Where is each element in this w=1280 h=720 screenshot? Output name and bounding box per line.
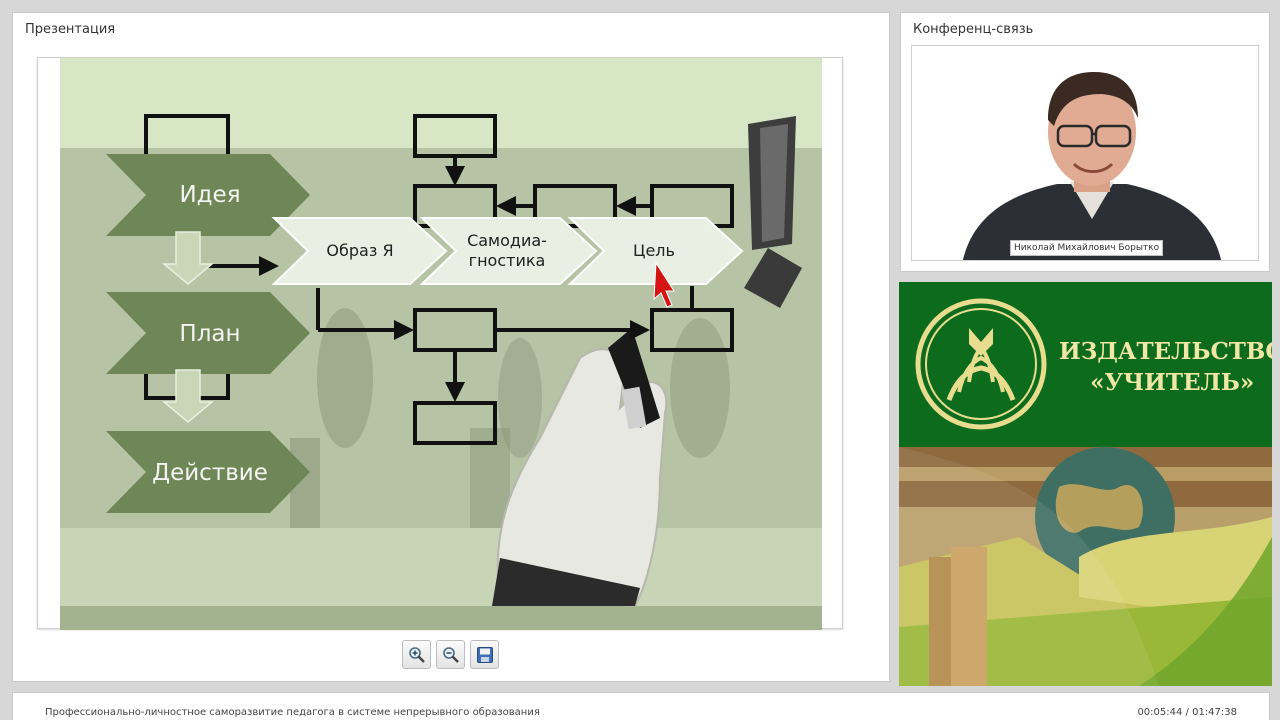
chevron-idea-label: Идея: [179, 182, 240, 208]
chevron-self-diagnostics-label-1: Самодиа-: [467, 231, 547, 250]
zoom-out-icon: [442, 646, 459, 663]
playback-time: 00:05:44 / 01:47:38: [1137, 707, 1237, 718]
publisher-name: ИЗДАТЕЛЬСТВО «УЧИТЕЛЬ»: [1059, 336, 1272, 398]
conference-panel: Конференц-связь Николай Михайлович Борыт…: [900, 12, 1270, 272]
save-button[interactable]: [470, 640, 499, 669]
slide-toolbar: [402, 640, 499, 669]
publisher-books-illustration: [899, 447, 1272, 686]
publisher-name-line1: ИЗДАТЕЛЬСТВО: [1059, 338, 1272, 365]
zoom-out-button[interactable]: [436, 640, 465, 669]
chevron-plan-label: План: [179, 321, 240, 347]
speaker-portrait: [963, 72, 1221, 260]
save-icon: [476, 646, 493, 663]
footer-bar: Профессионально-личностное саморазвитие …: [12, 692, 1270, 720]
chevron-self-image-label: Образ Я: [326, 241, 393, 260]
presentation-panel-title: Презентация: [25, 22, 116, 37]
presentation-panel: Презентация Идея План Действие Образ Я С…: [12, 12, 890, 682]
conference-panel-title: Конференц-связь: [913, 22, 1034, 37]
publisher-name-line2: «УЧИТЕЛЬ»: [1090, 369, 1255, 396]
zoom-in-icon: [408, 646, 425, 663]
speaker-video: Николай Михайлович Борытко: [911, 45, 1259, 261]
publisher-logo-icon: [915, 298, 1047, 430]
lecture-title: Профессионально-личностное саморазвитие …: [45, 707, 540, 718]
zoom-in-button[interactable]: [402, 640, 431, 669]
publisher-advert[interactable]: ИЗДАТЕЛЬСТВО «УЧИТЕЛЬ»: [899, 282, 1272, 686]
chevron-goal-label: Цель: [633, 241, 675, 260]
chevron-action-label: Действие: [152, 460, 268, 486]
speaker-name-tag: Николай Михайлович Борытко: [1010, 240, 1164, 256]
publisher-banner: ИЗДАТЕЛЬСТВО «УЧИТЕЛЬ»: [899, 282, 1272, 447]
chevron-self-diagnostics-label-2: гностика: [469, 251, 546, 270]
slide-diagram: Идея План Действие Образ Я Самодиа- гнос…: [60, 58, 822, 630]
presentation-slide: Идея План Действие Образ Я Самодиа- гнос…: [37, 57, 843, 630]
